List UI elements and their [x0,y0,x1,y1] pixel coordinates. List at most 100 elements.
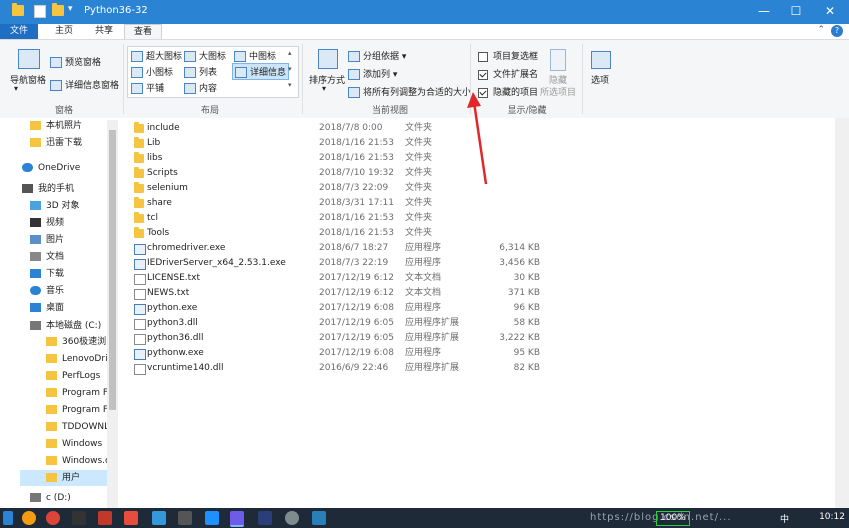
browser-app-icon[interactable] [22,511,36,525]
item-checkboxes-checkbox[interactable] [478,51,488,62]
gallery-scroll-up-icon[interactable]: ▴ [288,49,292,57]
group-by-button[interactable]: 分组依据 ▾ [348,49,406,62]
properties-icon[interactable] [34,5,46,18]
options-icon[interactable] [591,51,611,69]
file-size: 6,314 KB [499,243,540,253]
item-checkboxes-toggle[interactable]: 项目复选框 [478,49,538,62]
options-button[interactable]: 选项 [591,73,609,86]
file-row[interactable]: chromedriver.exe 2018/6/7 18:27 应用程序 6,314 … [132,241,552,256]
sort-icon[interactable] [318,49,338,69]
folder-icon [134,152,144,163]
file-row[interactable]: tcl 2018/1/16 21:53 文件夹 [132,211,552,226]
app-icon[interactable] [178,511,192,525]
details-pane-button[interactable]: 详细信息窗格 [50,78,119,91]
file-row[interactable]: pythonw.exe 2017/12/19 6:08 应用程序 95 KB [132,346,552,361]
file-name: chromedriver.exe [147,243,226,253]
nav-scrollbar-thumb[interactable] [109,130,116,410]
gallery-more-icon[interactable]: ▾ [288,81,292,89]
file-date: 2018/1/16 21:53 [319,138,394,148]
clock[interactable]: 10:12 [819,512,845,522]
collapse-ribbon-icon[interactable]: ⌃ [817,25,825,35]
terminal-app-icon[interactable] [72,511,86,525]
file-type: 文件夹 [405,168,433,178]
list-label: 列表 [199,68,218,78]
settings-app-icon[interactable] [285,511,299,525]
ime-indicator[interactable]: 中 [780,512,789,525]
nav-item-label: 用户 [62,473,81,483]
file-row[interactable]: Tools 2018/1/16 21:53 文件夹 [132,226,552,241]
app-icon[interactable] [98,511,112,525]
minimize-button[interactable]: — [747,0,781,24]
help-icon[interactable]: ? [831,25,843,37]
file-extensions-checkbox[interactable] [478,69,488,80]
medium-icons-option[interactable]: 中图标 [234,49,276,62]
file-type: 应用程序 [405,348,442,358]
folder-icon [46,456,57,465]
large-icons-option[interactable]: 大图标 [184,49,226,62]
tab-home[interactable]: 主页 [44,24,84,39]
quick-access-dropdown-icon[interactable]: ▾ [68,4,76,15]
chrome-app-icon[interactable] [46,511,60,525]
medium-icons-icon [234,51,246,62]
folder-icon [134,197,144,208]
ribbon: 导航窗格 ▾ 预览窗格 详细信息窗格 窗格 超大图标 大图标 中图标 小图标 列… [0,39,849,120]
size-columns-button[interactable]: 将所有列调整为合适的大小 [348,85,471,98]
small-icons-option[interactable]: 小图标 [131,65,173,78]
file-extensions-toggle[interactable]: 文件扩展名 [478,67,538,80]
hide-selected-label-2: 所选项目 [540,88,577,98]
list-icon [184,67,196,78]
folder-icon [30,121,41,130]
nav-item-label: 本地磁盘 (C:) [46,321,102,331]
tiles-option[interactable]: 平铺 [131,81,164,94]
app-icon[interactable] [124,511,138,525]
folder-icon [46,354,57,363]
folder-icon [46,439,57,448]
preview-pane-button[interactable]: 预览窗格 [50,55,101,68]
file-type: 文件夹 [405,153,433,163]
pycharm-app-icon[interactable] [230,511,244,527]
powershell-app-icon[interactable] [258,511,272,525]
list-option[interactable]: 列表 [184,65,217,78]
start-button[interactable] [3,511,13,525]
extra-large-icons-option[interactable]: 超大图标 [131,49,182,62]
nav-scrollbar[interactable] [107,120,118,508]
battery-indicator[interactable]: 100% [656,511,690,526]
file-name: Tools [147,228,170,238]
file-row[interactable]: IEDriverServer_x64_2.53.1.exe 2018/7/3 22… [132,256,552,271]
file-name: python36.dll [147,333,204,343]
add-columns-button[interactable]: 添加列 ▾ [348,67,397,80]
folder-icon [12,3,24,16]
details-option[interactable]: 详细信息 [232,63,290,80]
file-name: python3.dll [147,318,198,328]
file-list-scrollbar[interactable] [835,118,849,508]
content-option[interactable]: 内容 [184,81,217,94]
tab-share[interactable]: 共享 [84,24,124,39]
file-row[interactable]: python.exe 2017/12/19 6:08 应用程序 96 KB [132,301,552,316]
file-row[interactable]: python36.dll 2017/12/19 6:05 应用程序扩展 3,222 K… [132,331,552,346]
item-checkboxes-label: 项目复选框 [493,52,539,62]
file-row[interactable]: share 2018/3/31 17:11 文件夹 [132,196,552,211]
file-icon [134,364,146,375]
gallery-scroll-down-icon[interactable]: ▾ [288,65,292,73]
app-icon[interactable] [152,511,166,525]
application-icon [134,349,146,360]
file-row[interactable]: NEWS.txt 2017/12/19 6:12 文本文档 371 KB [132,286,552,301]
file-type: 文件夹 [405,138,433,148]
file-type: 文件夹 [405,213,433,223]
maximize-button[interactable]: ☐ [779,0,813,24]
download-icon [30,269,41,278]
file-row[interactable]: LICENSE.txt 2017/12/19 6:12 文本文档 30 KB [132,271,552,286]
close-button[interactable]: ✕ [813,0,847,24]
app-icon[interactable] [205,511,219,525]
tab-file[interactable]: 文件 [0,24,38,39]
file-row[interactable]: vcruntime140.dll 2016/6/9 22:46 应用程序扩展 82 K… [132,361,552,376]
layout-gallery: 超大图标 大图标 中图标 小图标 列表 详细信息 平铺 内容 ▴ ▾ ▾ [127,46,299,98]
preview-pane-icon [50,57,62,68]
new-folder-icon[interactable] [52,3,64,16]
nav-pane-icon[interactable] [18,49,40,69]
tab-view[interactable]: 查看 [124,24,162,39]
app-icon[interactable] [312,511,326,525]
sort-by-button[interactable]: 排序方式 [309,73,345,86]
file-row[interactable]: python3.dll 2017/12/19 6:05 应用程序扩展 58 KB [132,316,552,331]
details-pane-icon [50,80,62,91]
